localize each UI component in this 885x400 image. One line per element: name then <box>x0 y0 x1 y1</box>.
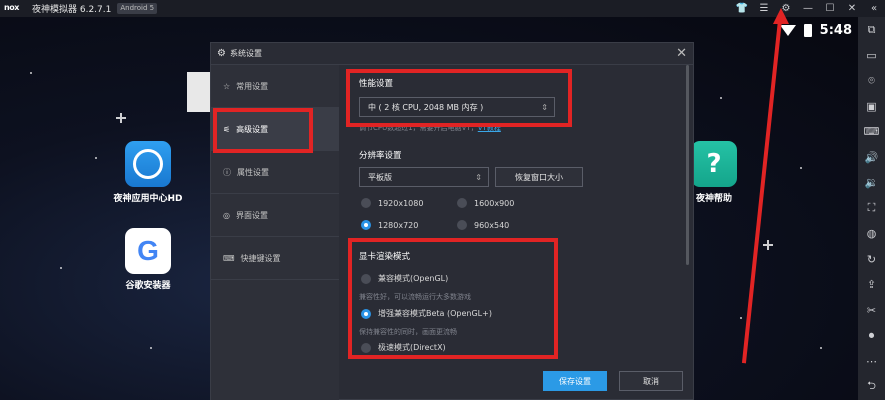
battery-icon <box>803 24 812 37</box>
nav-shortcuts[interactable]: ⌨ 快捷键设置 <box>211 237 339 280</box>
keyboard-icon: ⌨ <box>223 253 235 263</box>
install-apk-icon[interactable]: ⇪ <box>858 272 885 298</box>
cut-icon[interactable]: ✂ <box>858 298 885 324</box>
wifi-icon <box>779 25 796 36</box>
res-1600x900-radio[interactable]: 1600x900 <box>457 198 514 208</box>
location-icon[interactable]: ⌾ <box>858 68 885 94</box>
volume-down-icon[interactable]: 🔉 <box>858 170 885 196</box>
window-controls: 👕 ☰ ⚙ — ☐ ✕ « <box>731 0 885 17</box>
multi-window-icon[interactable]: ⧉ <box>858 17 885 43</box>
nav-interface[interactable]: ◎ 界面设置 <box>211 194 339 237</box>
screen-icon[interactable]: ▭ <box>858 43 885 69</box>
gear-icon: ⚙ <box>217 48 226 59</box>
app-label: 谷歌安装器 <box>125 281 171 291</box>
res-1920x1080-radio[interactable]: 1920x1080 <box>361 198 423 208</box>
info-icon: ⓘ <box>223 167 231 177</box>
chevron-updown-icon: ⇕ <box>475 172 482 182</box>
menu-icon[interactable]: ☰ <box>753 0 775 17</box>
back-icon[interactable]: ⮌ <box>858 374 885 400</box>
annotation-advanced-box <box>213 108 313 153</box>
res-960x540-radio[interactable]: 960x540 <box>457 220 509 230</box>
collapse-sidebar-icon[interactable]: « <box>863 0 885 17</box>
app-google-installer[interactable]: G 谷歌安装器 <box>108 228 188 291</box>
save-settings-button[interactable]: 保存设置 <box>543 371 607 391</box>
dialog-close-icon[interactable]: ✕ <box>676 46 687 61</box>
resolution-select[interactable]: 平板版 ⇕ <box>359 167 489 187</box>
screenshot-icon[interactable]: ⛶ <box>858 196 885 222</box>
dialog-title: 系统设置 <box>229 49 262 58</box>
help-icon: ? <box>691 141 737 187</box>
app-label: 夜神帮助 <box>695 194 732 204</box>
shake-icon[interactable]: ◍ <box>858 221 885 247</box>
cancel-button[interactable]: 取消 <box>619 371 683 391</box>
android-version-badge: Android 5 <box>117 3 158 14</box>
app-title: 夜神模拟器 6.2.7.1 <box>32 5 112 15</box>
partial-app-icon[interactable] <box>187 72 211 112</box>
minimize-icon[interactable]: — <box>797 0 819 17</box>
title-bar: nox 夜神模拟器 6.2.7.1 Android 5 👕 ☰ ⚙ — ☐ ✕ … <box>0 0 885 17</box>
nav-general[interactable]: ☆ 常用设置 <box>211 65 339 108</box>
right-toolbar: ⧉ ▭ ⌾ ▣ ⌨ 🔊 🔉 ⛶ ◍ ↻ ⇪ ✂ ⏺ ⋯ ⮌ <box>858 17 885 400</box>
skin-icon[interactable]: 👕 <box>731 0 753 17</box>
dialog-header: ⚙ 系统设置 ✕ <box>211 43 693 65</box>
nav-label: 快捷键设置 <box>240 253 281 263</box>
resolution-title: 分辨率设置 <box>359 151 402 161</box>
nox-logo: nox <box>4 3 19 12</box>
content-scrollbar[interactable] <box>686 65 689 265</box>
nav-label: 界面设置 <box>235 210 268 220</box>
more-icon[interactable]: ⋯ <box>858 349 885 375</box>
nav-properties[interactable]: ⓘ 属性设置 <box>211 151 339 194</box>
clock: 5:48 <box>819 23 852 38</box>
res-1280x720-radio[interactable]: 1280x720 <box>361 220 418 230</box>
dialog-footer: 保存设置 取消 <box>339 363 695 399</box>
record-icon[interactable]: ⏺ <box>858 323 885 349</box>
maximize-icon[interactable]: ☐ <box>819 0 841 17</box>
status-bar: 5:48 <box>779 23 852 38</box>
nav-label: 属性设置 <box>237 167 269 177</box>
restore-window-button[interactable]: 恢复窗口大小 <box>495 167 583 187</box>
annotation-render-box <box>348 238 558 359</box>
close-icon[interactable]: ✕ <box>841 0 863 17</box>
keyboard-mapping-icon[interactable]: ⌨ <box>858 119 885 145</box>
star-icon: ☆ <box>223 81 231 91</box>
google-icon: G <box>125 228 171 274</box>
annotation-performance-box <box>346 69 572 127</box>
volume-up-icon[interactable]: 🔊 <box>858 145 885 171</box>
palette-icon: ◎ <box>223 210 230 220</box>
app-label: 夜神应用中心HD <box>113 194 183 204</box>
nav-label: 常用设置 <box>236 81 269 91</box>
rotate-icon[interactable]: ↻ <box>858 247 885 273</box>
app-nox-center[interactable]: 夜神应用中心HD <box>108 141 188 204</box>
nox-center-icon <box>125 141 171 187</box>
display-icon[interactable]: ▣ <box>858 94 885 120</box>
